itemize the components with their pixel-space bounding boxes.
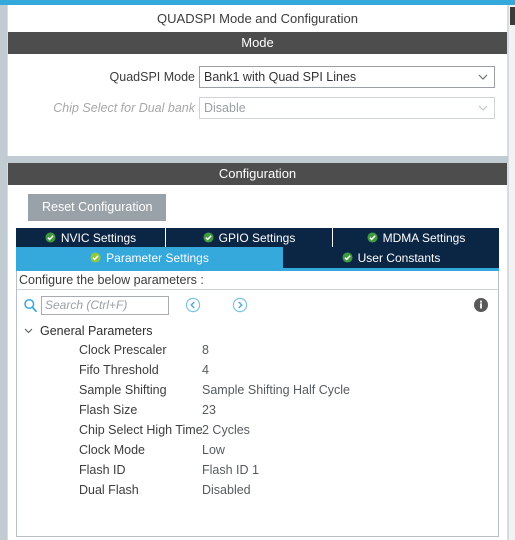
configuration-section-header: Configuration [8, 163, 507, 185]
parameter-name: Dual Flash [79, 483, 139, 497]
page-title: QUADSPI Mode and Configuration [8, 5, 507, 32]
chevron-down-icon [478, 72, 488, 81]
parameter-name: Flash ID [79, 463, 126, 477]
table-row[interactable]: Clock Mode Low [17, 440, 498, 460]
parameter-value: 23 [202, 403, 216, 417]
table-row[interactable]: Dual Flash Disabled [17, 480, 498, 500]
panel-separator [0, 156, 515, 163]
chip-select-dual-bank-value: Disable [204, 101, 246, 115]
scrollbar-thumb[interactable] [510, 7, 515, 25]
check-ok-icon [45, 232, 56, 243]
search-toolbar [17, 290, 498, 320]
table-row[interactable]: Flash Size 23 [17, 400, 498, 420]
mode-panel: QUADSPI Mode and Configuration Mode Quad… [7, 5, 508, 156]
tab-nvic-settings[interactable]: NVIC Settings [16, 228, 166, 247]
tabs-container: NVIC Settings GPIO Settings MDMA Setting… [8, 228, 507, 268]
tab-mdma-settings-label: MDMA Settings [382, 230, 466, 245]
parameter-name: Flash Size [79, 403, 138, 417]
quadspi-configuration-window: QUADSPI Mode and Configuration Mode Quad… [0, 0, 515, 540]
parameter-name: Clock Prescaler [79, 343, 167, 357]
table-row[interactable]: Chip Select High Time 2 Cycles [17, 420, 498, 440]
check-ok-icon [367, 232, 378, 243]
table-row[interactable]: Clock Prescaler 8 [17, 340, 498, 360]
tab-gpio-settings[interactable]: GPIO Settings [166, 228, 333, 247]
check-ok-icon [90, 252, 101, 263]
mode-section-header: Mode [8, 32, 507, 54]
search-icon [23, 298, 38, 313]
tab-row-secondary: Parameter Settings User Constants [16, 247, 499, 268]
tab-parameter-settings-label: Parameter Settings [106, 250, 209, 265]
table-row[interactable]: Sample Shifting Sample Shifting Half Cyc… [17, 380, 498, 400]
mode-panel-body: QuadSPI Mode Bank1 with Quad SPI Lines C… [8, 54, 507, 119]
quadspi-mode-value: Bank1 with Quad SPI Lines [204, 70, 357, 84]
tab-user-constants[interactable]: User Constants [283, 247, 499, 268]
quadspi-mode-label: QuadSPI Mode [109, 70, 195, 84]
parameter-value: 8 [202, 343, 209, 357]
previous-match-icon[interactable] [185, 297, 201, 313]
next-match-icon[interactable] [232, 297, 248, 313]
parameter-value: 4 [202, 363, 209, 377]
table-row[interactable]: Fifo Threshold 4 [17, 360, 498, 380]
parameter-name: Clock Mode [79, 443, 145, 457]
configure-note: Configure the below parameters : [17, 271, 498, 290]
check-ok-icon [342, 252, 353, 263]
tree-group-label: General Parameters [40, 323, 153, 338]
parameter-value: 2 Cycles [202, 423, 250, 437]
parameter-tree: General Parameters Clock Prescaler 8 Fif… [17, 320, 498, 500]
quadspi-mode-select[interactable]: Bank1 with Quad SPI Lines [199, 66, 495, 88]
vertical-scrollbar[interactable] [508, 5, 515, 540]
parameter-value: Disabled [202, 483, 251, 497]
tree-group-general-parameters[interactable]: General Parameters [17, 321, 498, 340]
chevron-down-icon [478, 103, 488, 112]
tab-nvic-settings-label: NVIC Settings [60, 230, 137, 245]
info-icon[interactable] [473, 297, 489, 313]
quadspi-mode-row: QuadSPI Mode Bank1 with Quad SPI Lines [20, 66, 495, 88]
tab-row-primary: NVIC Settings GPIO Settings MDMA Setting… [16, 228, 499, 247]
chip-select-dual-bank-row: Chip Select for Dual bank Disable [20, 97, 495, 119]
check-ok-icon [203, 232, 214, 243]
parameter-value: Flash ID 1 [202, 463, 259, 477]
configuration-panel: Configuration Reset Configuration NVIC S… [7, 163, 508, 540]
parameter-name: Chip Select High Time [79, 423, 203, 437]
reset-button-area: Reset Configuration [8, 185, 507, 228]
parameter-value: Sample Shifting Half Cycle [202, 383, 350, 397]
chevron-down-icon[interactable] [23, 325, 34, 336]
parameters-panel: Configure the below parameters : Search … [16, 271, 499, 537]
table-row[interactable]: Flash ID Flash ID 1 [17, 460, 498, 480]
tab-user-constants-label: User Constants [357, 250, 441, 265]
reset-configuration-button[interactable]: Reset Configuration [28, 194, 167, 221]
chip-select-dual-bank-label: Chip Select for Dual bank [53, 101, 195, 115]
parameter-name: Sample Shifting [79, 383, 167, 397]
tab-mdma-settings[interactable]: MDMA Settings [333, 228, 499, 247]
search-input[interactable] [41, 295, 169, 315]
tab-parameter-settings[interactable]: Parameter Settings [16, 247, 283, 268]
tab-gpio-settings-label: GPIO Settings [218, 230, 296, 245]
chip-select-dual-bank-select[interactable]: Disable [199, 97, 495, 119]
parameter-name: Fifo Threshold [79, 363, 159, 377]
parameter-value: Low [202, 443, 225, 457]
